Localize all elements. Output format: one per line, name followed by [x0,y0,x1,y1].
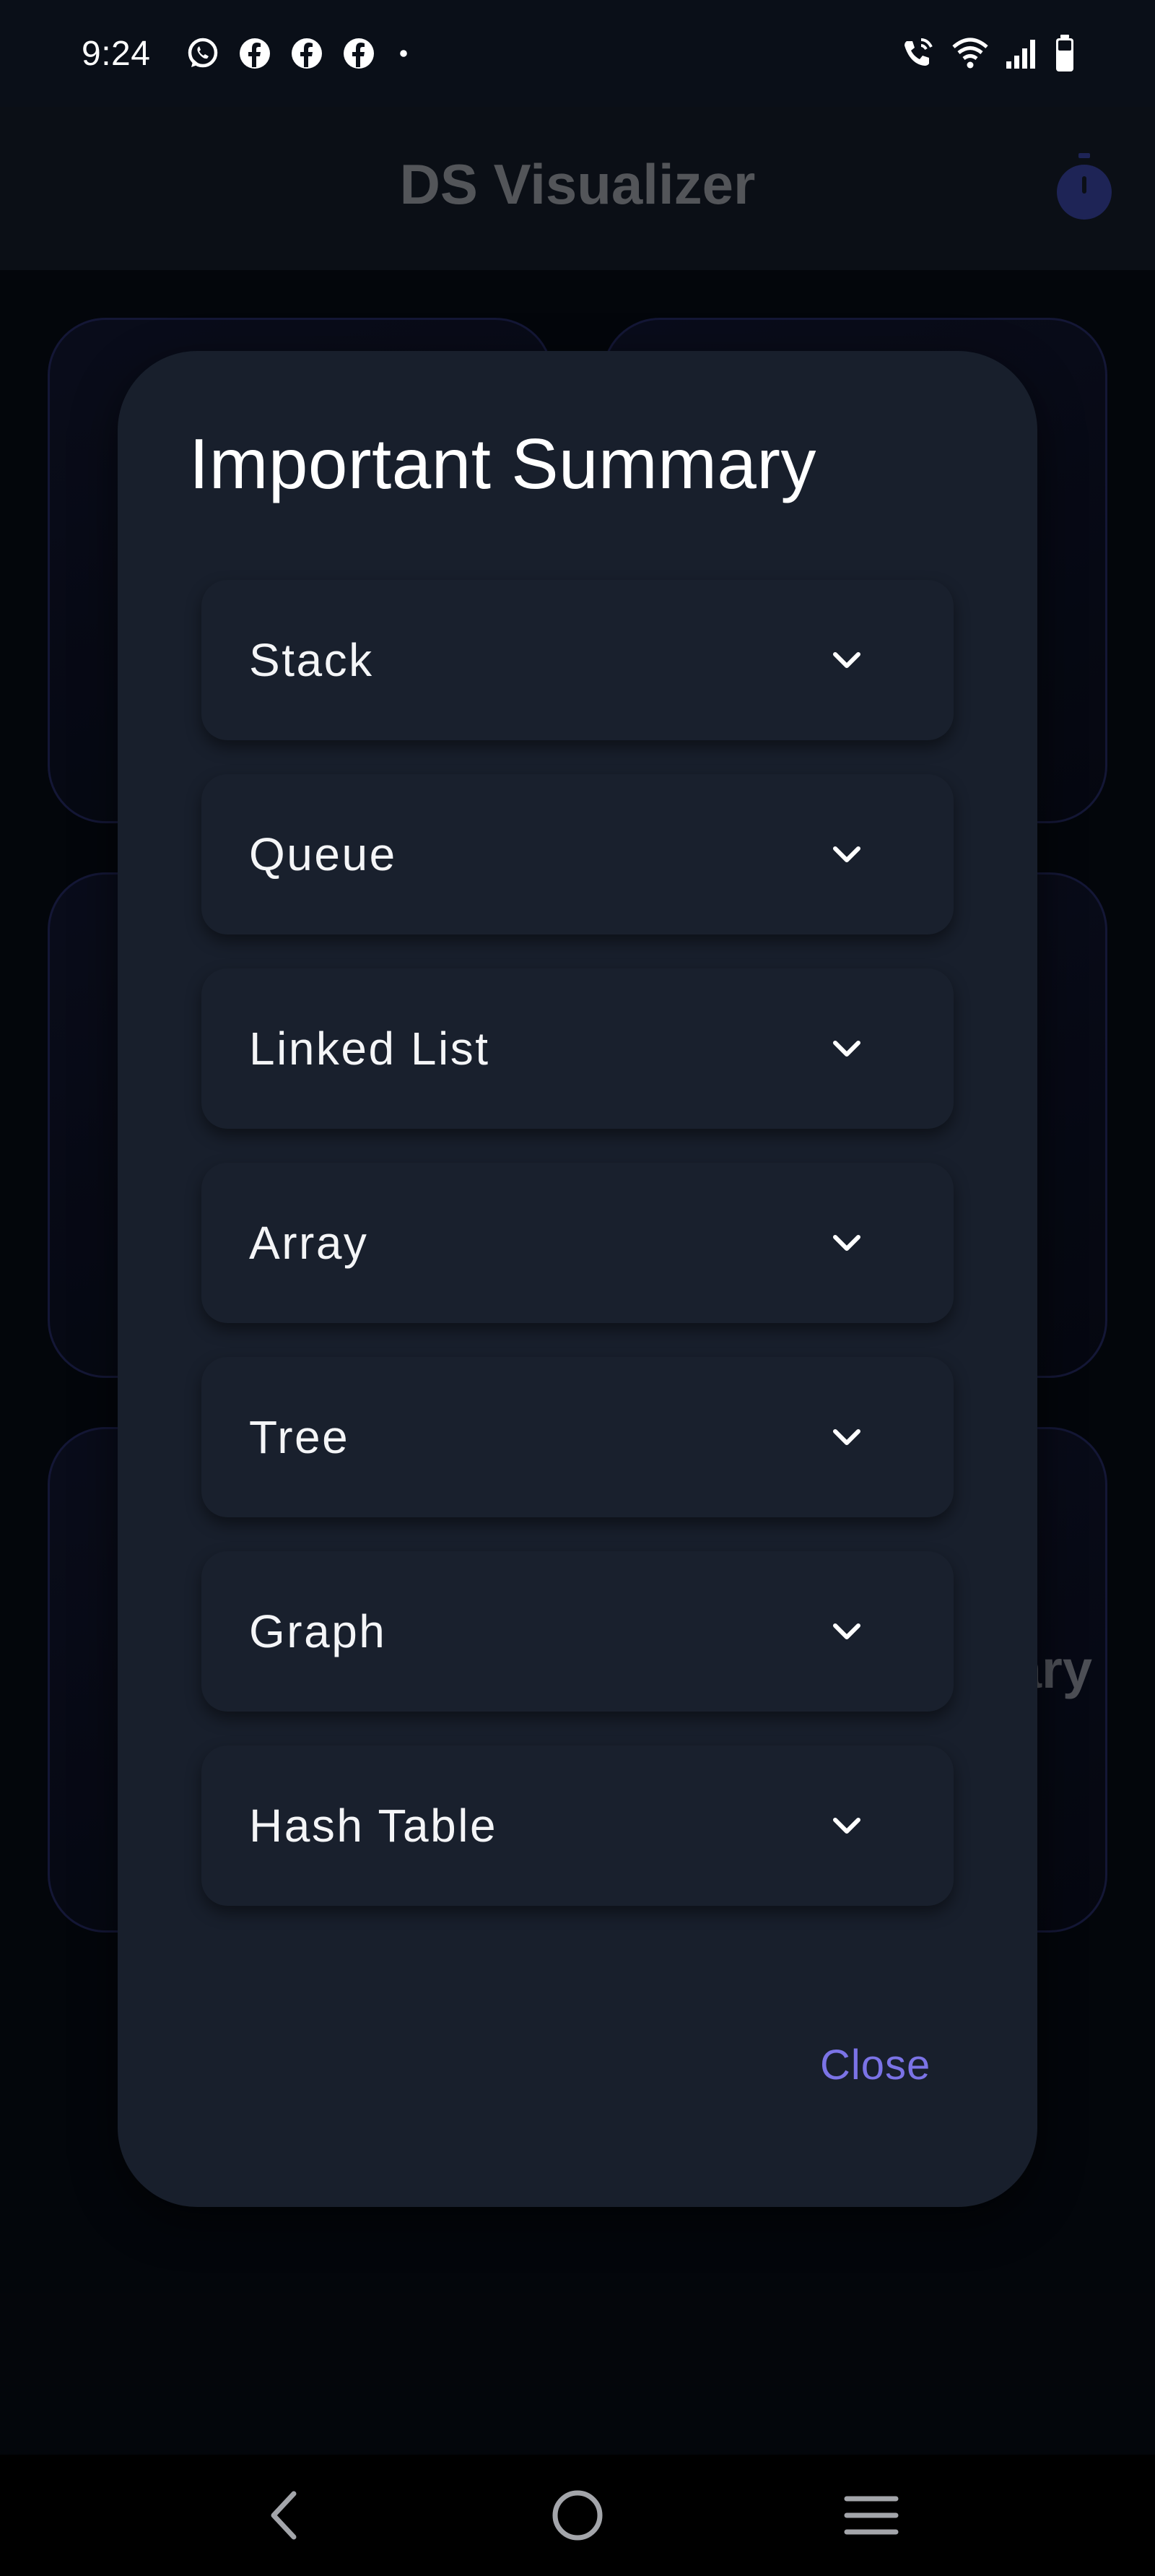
chevron-down-icon [833,1429,860,1445]
tile-label: Queue [249,828,397,880]
battery-icon [1054,33,1076,74]
wifi-calling-icon [899,35,936,71]
expansion-tile-stack[interactable]: Stack [201,580,954,740]
status-time: 9:24 [82,34,151,73]
close-button[interactable]: Close [820,2041,930,2089]
expansion-tile-tree[interactable]: Tree [201,1357,954,1517]
tile-label: Tree [249,1411,350,1463]
chevron-down-icon [833,1041,860,1057]
chevron-down-icon [833,846,860,862]
navigation-bar [0,2455,1155,2576]
chevron-down-icon [833,652,860,668]
facebook-icon [237,35,273,71]
screen: 9:24 DS Visualizer ary Important Summary… [0,0,1155,2576]
dialog-title: Important Summary [189,424,816,503]
tile-label: Stack [249,634,374,686]
whatsapp-icon [185,35,221,71]
home-icon[interactable] [541,2479,614,2551]
summary-dialog: Important Summary Stack Queue Linked Lis… [118,351,1037,2207]
expansion-tile-queue[interactable]: Queue [201,774,954,934]
expansion-tile-hash-table[interactable]: Hash Table [201,1745,954,1906]
facebook-icon [289,35,325,71]
back-icon[interactable] [248,2479,320,2551]
expansion-tile-graph[interactable]: Graph [201,1551,954,1712]
tile-label: Hash Table [249,1800,498,1852]
dot-icon [393,35,414,71]
facebook-icon [341,35,377,71]
signal-icon [1005,35,1038,71]
tile-label: Linked List [249,1023,490,1075]
chevron-down-icon [833,1623,860,1639]
tile-label: Array [249,1217,369,1269]
expansion-tile-array[interactable]: Array [201,1163,954,1323]
status-bar: 9:24 [0,0,1155,107]
expansion-tile-linked-list[interactable]: Linked List [201,968,954,1129]
chevron-down-icon [833,1235,860,1251]
tile-label: Graph [249,1605,387,1657]
chevron-down-icon [833,1818,860,1834]
recents-icon[interactable] [835,2479,907,2551]
wifi-icon [951,35,989,71]
